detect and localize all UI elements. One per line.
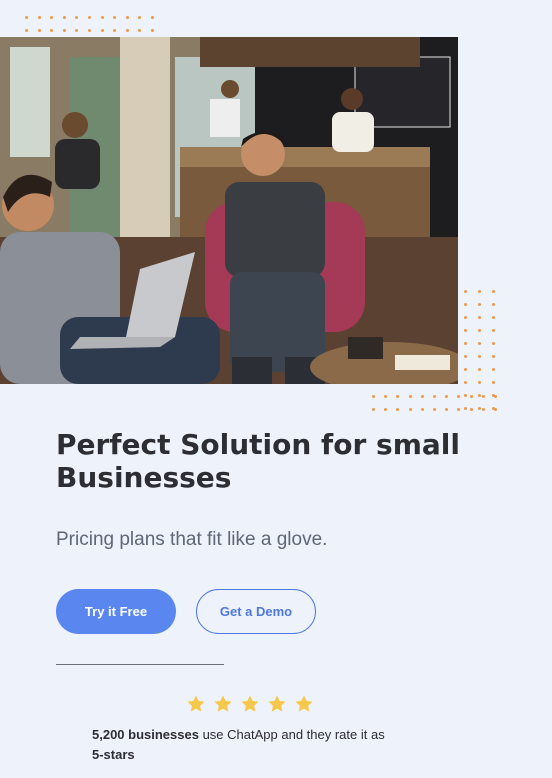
star-icon — [295, 695, 313, 712]
dot — [432, 395, 436, 398]
try-free-button[interactable]: Try it Free — [56, 589, 176, 634]
dot — [125, 29, 129, 32]
dot — [478, 303, 481, 306]
dot — [50, 16, 54, 19]
page-subtitle: Pricing plans that fit like a glove. — [56, 529, 328, 550]
dot — [457, 395, 461, 398]
dot — [113, 16, 117, 19]
dot — [478, 368, 481, 371]
dot — [25, 29, 28, 32]
dot — [75, 29, 79, 32]
business-count: 5,200 businesses — [92, 727, 199, 742]
dot — [478, 290, 481, 293]
dot — [113, 29, 117, 32]
dot — [408, 408, 412, 411]
dot — [478, 342, 481, 345]
dot — [464, 368, 467, 371]
dot — [100, 16, 104, 19]
decorative-dots-right — [464, 290, 495, 410]
dot — [478, 381, 481, 384]
dot — [492, 342, 495, 345]
dot — [492, 316, 495, 319]
rating-stars — [186, 694, 314, 714]
decorative-dots-top — [25, 16, 154, 32]
dot — [464, 303, 467, 306]
dot — [75, 16, 79, 19]
dot — [464, 316, 467, 319]
dot — [478, 355, 481, 358]
page-title: Perfect Solution for small Businesses — [56, 428, 460, 494]
dot — [492, 381, 495, 384]
star-rating-text: 5-stars — [92, 747, 135, 762]
dot — [464, 355, 467, 358]
dot — [492, 368, 495, 371]
dot — [150, 29, 154, 32]
dot — [396, 395, 400, 398]
dot — [445, 395, 449, 398]
dot — [408, 395, 412, 398]
dot — [464, 329, 467, 332]
dot — [138, 16, 142, 19]
hero-photo — [0, 37, 458, 384]
dot — [396, 408, 400, 411]
dot — [478, 316, 481, 319]
dot — [420, 408, 424, 411]
dot — [384, 408, 388, 411]
dot — [87, 16, 91, 19]
dot — [492, 355, 495, 358]
dot — [125, 16, 129, 19]
dot — [481, 395, 485, 398]
dot — [492, 303, 495, 306]
dot — [384, 395, 388, 398]
dot — [469, 408, 473, 411]
dot — [372, 408, 375, 411]
rating-text: 5,200 businesses use ChatApp and they ra… — [92, 725, 422, 765]
dot — [481, 408, 485, 411]
dot — [464, 342, 467, 345]
dot — [493, 408, 497, 411]
star-icon — [187, 695, 205, 712]
star-icon — [214, 695, 232, 712]
dot — [457, 408, 461, 411]
dot — [37, 16, 41, 19]
dot — [492, 290, 495, 293]
dot — [445, 408, 449, 411]
dot — [493, 395, 497, 398]
decorative-dots-bottom — [372, 395, 497, 411]
star-icon — [268, 695, 286, 712]
dot — [372, 395, 375, 398]
dot — [138, 29, 142, 32]
dot — [492, 329, 495, 332]
dot — [87, 29, 91, 32]
dot — [478, 329, 481, 332]
dot — [62, 29, 66, 32]
dot — [37, 29, 41, 32]
divider — [56, 664, 224, 665]
star-icon — [241, 695, 259, 712]
dot — [464, 290, 467, 293]
get-demo-button[interactable]: Get a Demo — [196, 589, 316, 634]
dot — [464, 381, 467, 384]
dot — [62, 16, 66, 19]
dot — [100, 29, 104, 32]
dot — [50, 29, 54, 32]
dot — [420, 395, 424, 398]
rating-middle-text: use ChatApp and they rate it as — [198, 727, 385, 742]
dot — [25, 16, 28, 19]
dot — [469, 395, 473, 398]
dot — [150, 16, 154, 19]
dot — [432, 408, 436, 411]
hero-section — [0, 0, 552, 420]
